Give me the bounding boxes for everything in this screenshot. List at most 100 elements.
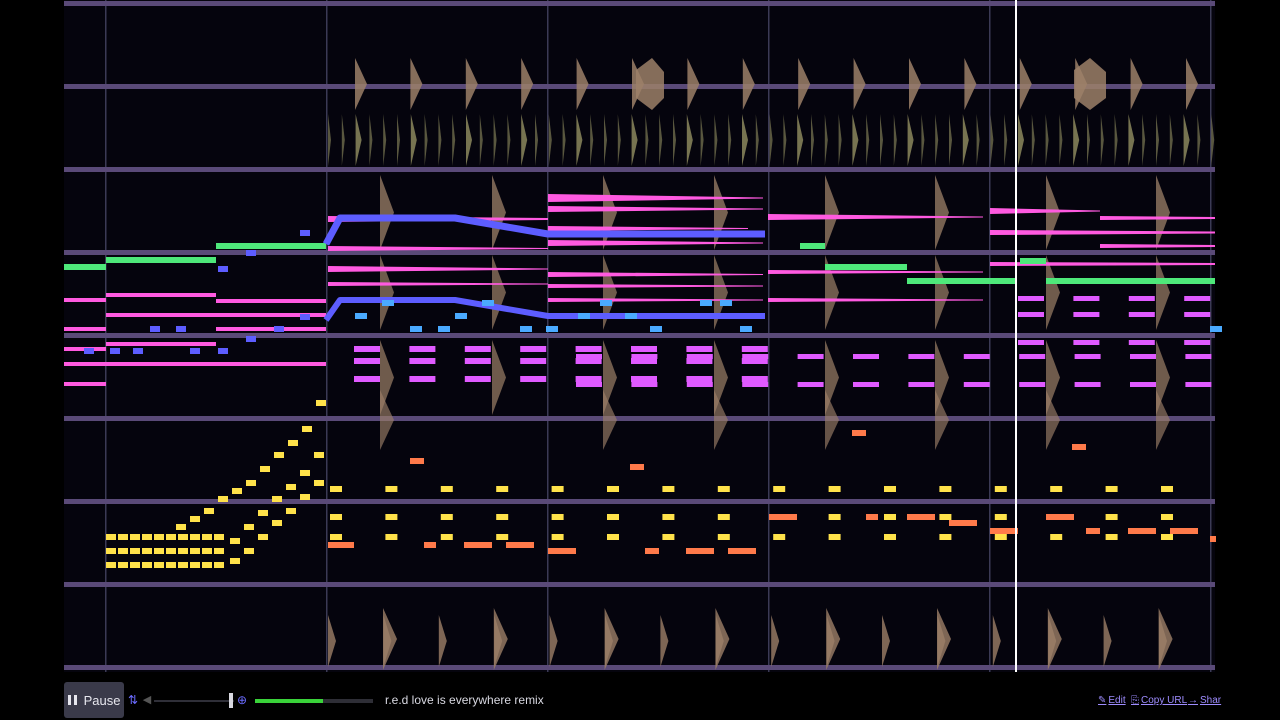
note xyxy=(1046,278,1215,284)
note xyxy=(717,514,730,520)
volume-icon[interactable]: ◀ xyxy=(140,693,154,707)
note xyxy=(520,376,547,382)
arrow-right-icon: → xyxy=(1188,695,1198,706)
pattern-viewport[interactable] xyxy=(0,0,1280,680)
note xyxy=(1073,340,1100,345)
note xyxy=(154,562,164,568)
note xyxy=(314,480,324,486)
note xyxy=(106,342,216,346)
note xyxy=(773,486,786,492)
note xyxy=(258,534,268,540)
note xyxy=(274,452,284,458)
note xyxy=(717,486,730,492)
note xyxy=(176,524,186,530)
note xyxy=(190,348,200,354)
note xyxy=(244,524,254,530)
note xyxy=(230,558,240,564)
note xyxy=(216,243,326,249)
note xyxy=(506,542,534,548)
note xyxy=(258,510,268,516)
note xyxy=(520,346,547,352)
note xyxy=(1018,340,1044,345)
note xyxy=(106,313,216,317)
note xyxy=(118,548,128,554)
playhead xyxy=(1015,0,1017,672)
note xyxy=(686,382,713,387)
note xyxy=(1105,514,1118,520)
note xyxy=(142,562,152,568)
channel-separator xyxy=(64,333,1215,338)
note xyxy=(742,354,769,359)
note xyxy=(166,534,176,540)
note xyxy=(154,534,164,540)
note xyxy=(1018,296,1044,301)
note xyxy=(106,562,116,568)
note xyxy=(130,562,140,568)
note xyxy=(800,243,825,249)
note xyxy=(686,346,713,352)
volume-slider[interactable] xyxy=(154,700,234,702)
note xyxy=(908,382,935,387)
note xyxy=(631,382,658,387)
note xyxy=(355,313,367,319)
note xyxy=(741,346,768,352)
note xyxy=(1210,326,1222,332)
note xyxy=(130,548,140,554)
note xyxy=(232,488,242,494)
note xyxy=(740,326,752,332)
note xyxy=(828,486,841,492)
note xyxy=(769,514,797,520)
note xyxy=(963,382,990,387)
note xyxy=(600,300,612,306)
note xyxy=(246,250,256,256)
note-grid[interactable] xyxy=(0,0,1280,680)
note xyxy=(1046,514,1074,520)
zoom-icon[interactable]: ⊕ xyxy=(235,693,249,707)
note xyxy=(645,548,659,554)
note xyxy=(496,514,509,520)
note xyxy=(440,534,453,540)
note xyxy=(575,346,602,352)
note xyxy=(1018,312,1044,317)
note xyxy=(106,534,116,540)
note xyxy=(551,534,564,540)
note xyxy=(939,534,952,540)
note xyxy=(546,326,558,332)
note xyxy=(385,514,398,520)
copy-icon: ⎘ xyxy=(1131,695,1139,706)
note xyxy=(464,376,491,382)
note xyxy=(686,354,713,359)
progress-bar[interactable] xyxy=(255,699,373,703)
note xyxy=(1128,528,1156,534)
note xyxy=(272,496,282,502)
pause-label: Pause xyxy=(83,692,121,708)
note xyxy=(1019,354,1046,359)
edit-link[interactable]: ✎ Edit xyxy=(1098,695,1126,706)
share-link[interactable]: → Shar xyxy=(1188,695,1221,706)
note xyxy=(178,562,188,568)
note xyxy=(853,354,879,359)
note xyxy=(133,348,143,354)
loop-icon[interactable]: ⇅ xyxy=(126,693,140,707)
note xyxy=(118,562,128,568)
note xyxy=(302,426,312,432)
note xyxy=(354,376,380,382)
note xyxy=(720,300,732,306)
volume-slider-thumb[interactable] xyxy=(229,693,233,708)
note xyxy=(328,542,354,548)
note xyxy=(246,336,256,342)
note xyxy=(797,354,824,359)
note xyxy=(218,496,228,502)
note xyxy=(190,562,200,568)
note xyxy=(990,528,1018,534)
note xyxy=(717,534,730,540)
pause-button[interactable]: Pause xyxy=(64,682,124,718)
note xyxy=(907,278,1017,284)
note xyxy=(214,548,224,554)
copy-url-link[interactable]: ⎘ Copy URL xyxy=(1131,695,1187,706)
note xyxy=(963,354,990,359)
note xyxy=(1130,382,1156,387)
copy-url-label: Copy URL xyxy=(1141,695,1188,706)
note xyxy=(1161,514,1173,520)
note xyxy=(482,300,494,306)
